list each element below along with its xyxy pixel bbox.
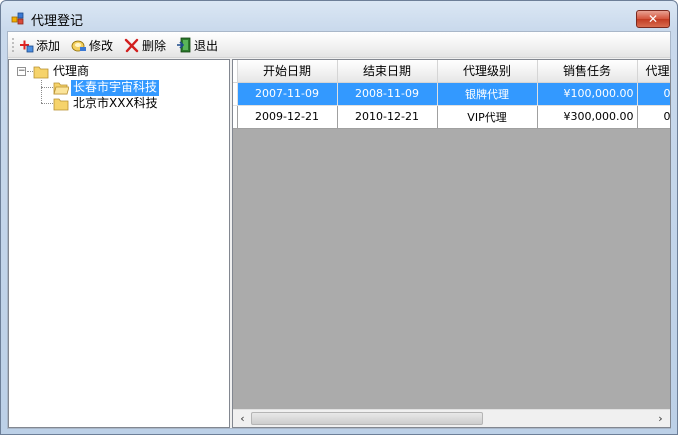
delete-icon	[124, 38, 139, 53]
tree-root-label: 代理商	[53, 63, 90, 78]
exit-button[interactable]: 退出	[176, 35, 218, 55]
column-header-agent-discount[interactable]: 代理折	[637, 60, 670, 83]
agent-grid[interactable]: 开始日期 结束日期 代理级别 销售任务 代理折 2007-11-09 2008-…	[232, 59, 671, 428]
grid-viewport: 开始日期 结束日期 代理级别 销售任务 代理折 2007-11-09 2008-…	[233, 60, 670, 409]
edit-icon	[71, 40, 86, 52]
tree-node-beijing[interactable]: 北京市XXX科技	[53, 95, 160, 112]
table-row[interactable]: 2009-12-21 2010-12-21 VIP代理 ¥300,000.00 …	[233, 105, 670, 129]
add-icon	[20, 40, 34, 53]
folder-icon	[53, 98, 69, 110]
tree-node-label: 北京市XXX科技	[73, 95, 158, 110]
tree-node-changchun[interactable]: 长春市宇宙科技	[53, 79, 160, 96]
tree-collapse-icon[interactable]: −	[17, 67, 26, 76]
column-header-end-date[interactable]: 结束日期	[337, 60, 438, 83]
delete-button-label: 删除	[142, 38, 167, 53]
scrollbar-thumb[interactable]	[251, 412, 483, 425]
toolbar-grip-icon[interactable]	[12, 37, 14, 53]
grid-header-row: 开始日期 结束日期 代理级别 销售任务 代理折	[233, 60, 670, 83]
add-button-label: 添加	[36, 38, 61, 53]
cell-agent-level[interactable]: VIP代理	[437, 105, 538, 129]
grid-table: 开始日期 结束日期 代理级别 销售任务 代理折 2007-11-09 2008-…	[233, 60, 670, 129]
tree-node-label: 长春市宇宙科技	[71, 79, 160, 96]
cell-agent-discount[interactable]: 0.	[637, 82, 670, 106]
edit-button[interactable]: 修改	[71, 35, 113, 55]
folder-icon	[33, 66, 49, 78]
client-area: 添加 修改 删除 退出 − 代理商 长春市宇宙科技 北京市XXX科技 开始日期 …	[7, 31, 671, 429]
delete-button[interactable]: 删除	[124, 35, 166, 55]
close-icon: ✕	[647, 12, 659, 26]
cell-agent-discount[interactable]: 0.	[637, 105, 670, 129]
scroll-right-icon[interactable]: ›	[652, 410, 669, 427]
window-title: 代理登记	[31, 14, 84, 29]
folder-open-icon	[53, 82, 69, 94]
tree-root[interactable]: 代理商	[33, 63, 91, 80]
horizontal-scrollbar[interactable]: ‹ ›	[233, 409, 670, 427]
app-icon	[11, 12, 24, 25]
edit-button-label: 修改	[89, 38, 114, 53]
exit-icon	[177, 37, 191, 53]
add-button[interactable]: 添加	[18, 35, 60, 55]
column-header-start-date[interactable]: 开始日期	[237, 60, 338, 83]
column-header-agent-level[interactable]: 代理级别	[437, 60, 538, 83]
cell-sales-target[interactable]: ¥300,000.00	[537, 105, 638, 129]
main-window: 代理登记 ✕ 添加 修改 删除 退出 − 代理商 长春市宇宙科技 北京市XXX科…	[0, 0, 678, 435]
cell-start-date[interactable]: 2009-12-21	[237, 105, 338, 129]
cell-end-date[interactable]: 2010-12-21	[337, 105, 438, 129]
scroll-left-icon[interactable]: ‹	[234, 410, 251, 427]
title-bar[interactable]: 代理登记 ✕	[1, 1, 677, 31]
cell-end-date[interactable]: 2008-11-09	[337, 82, 438, 106]
cell-agent-level[interactable]: 银牌代理	[437, 82, 538, 106]
table-row[interactable]: 2007-11-09 2008-11-09 银牌代理 ¥100,000.00 0…	[233, 82, 670, 106]
cell-sales-target[interactable]: ¥100,000.00	[537, 82, 638, 106]
agent-tree[interactable]: − 代理商 长春市宇宙科技 北京市XXX科技	[8, 59, 230, 428]
close-button[interactable]: ✕	[636, 10, 670, 28]
cell-start-date[interactable]: 2007-11-09	[237, 82, 338, 106]
exit-button-label: 退出	[194, 38, 219, 53]
column-header-sales-target[interactable]: 销售任务	[537, 60, 638, 83]
toolbar: 添加 修改 删除 退出	[8, 32, 670, 58]
